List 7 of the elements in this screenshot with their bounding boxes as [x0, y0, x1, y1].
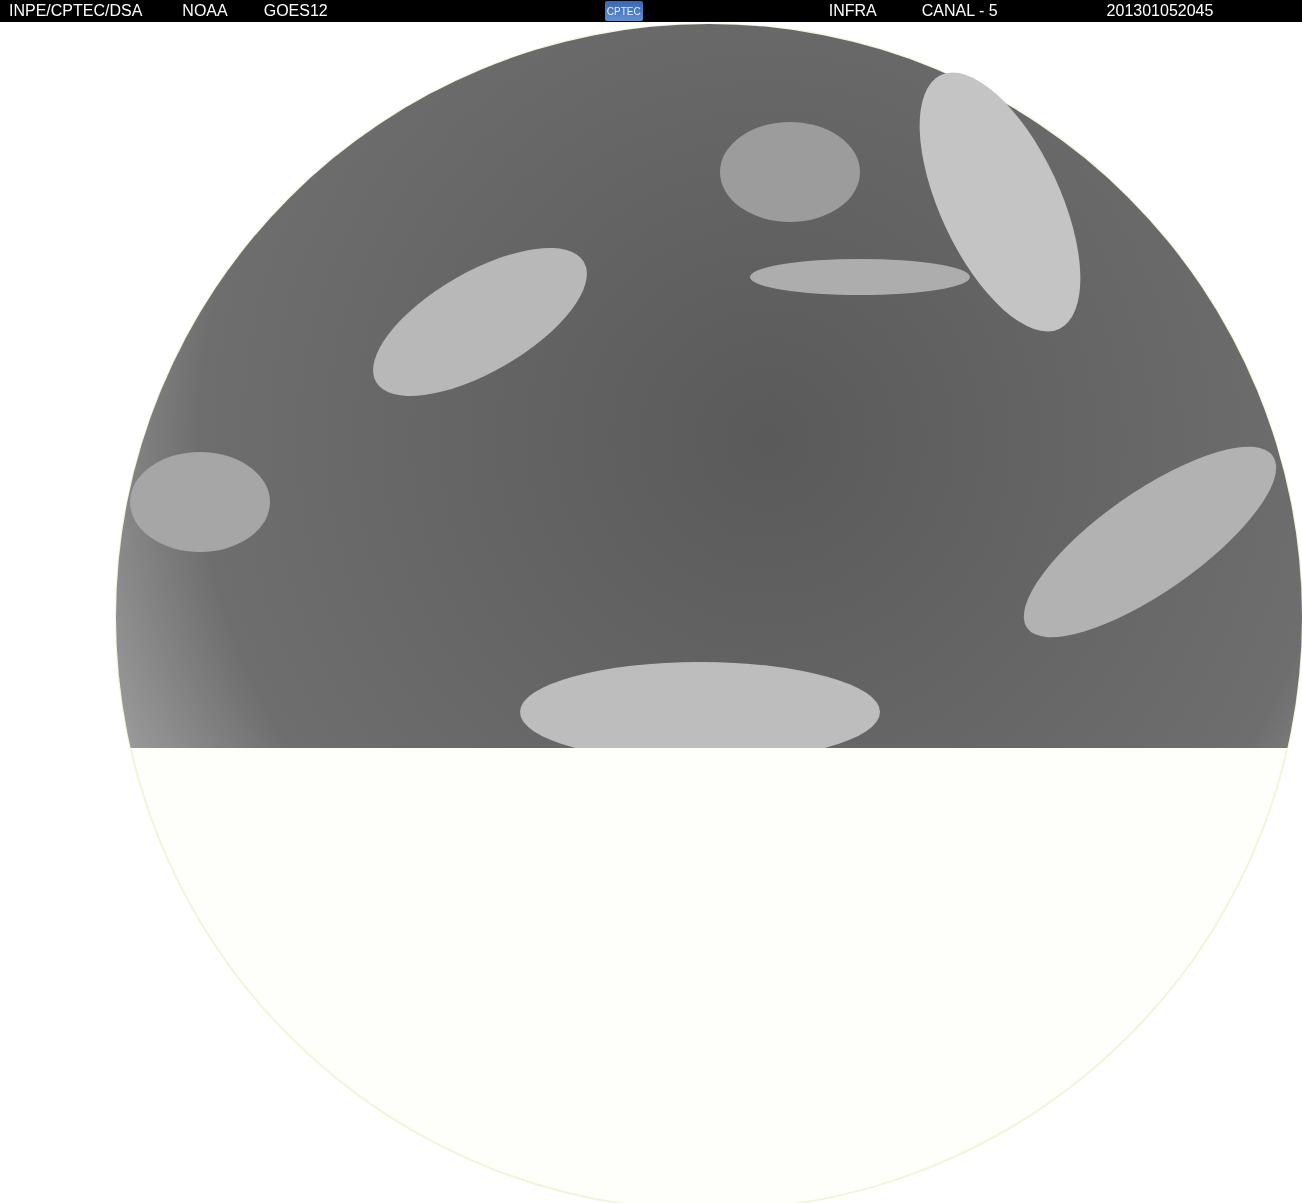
timestamp-label: 201301052045 — [1106, 1, 1214, 21]
satellite-label: GOES12 — [263, 1, 328, 21]
agency-label: NOAA — [182, 1, 228, 21]
channel-label: CANAL - 5 — [921, 1, 998, 21]
band-label: INFRA — [828, 1, 877, 21]
source-label: INPE/CPTEC/DSA — [9, 1, 143, 21]
logo: CPTEC — [604, 1, 643, 21]
